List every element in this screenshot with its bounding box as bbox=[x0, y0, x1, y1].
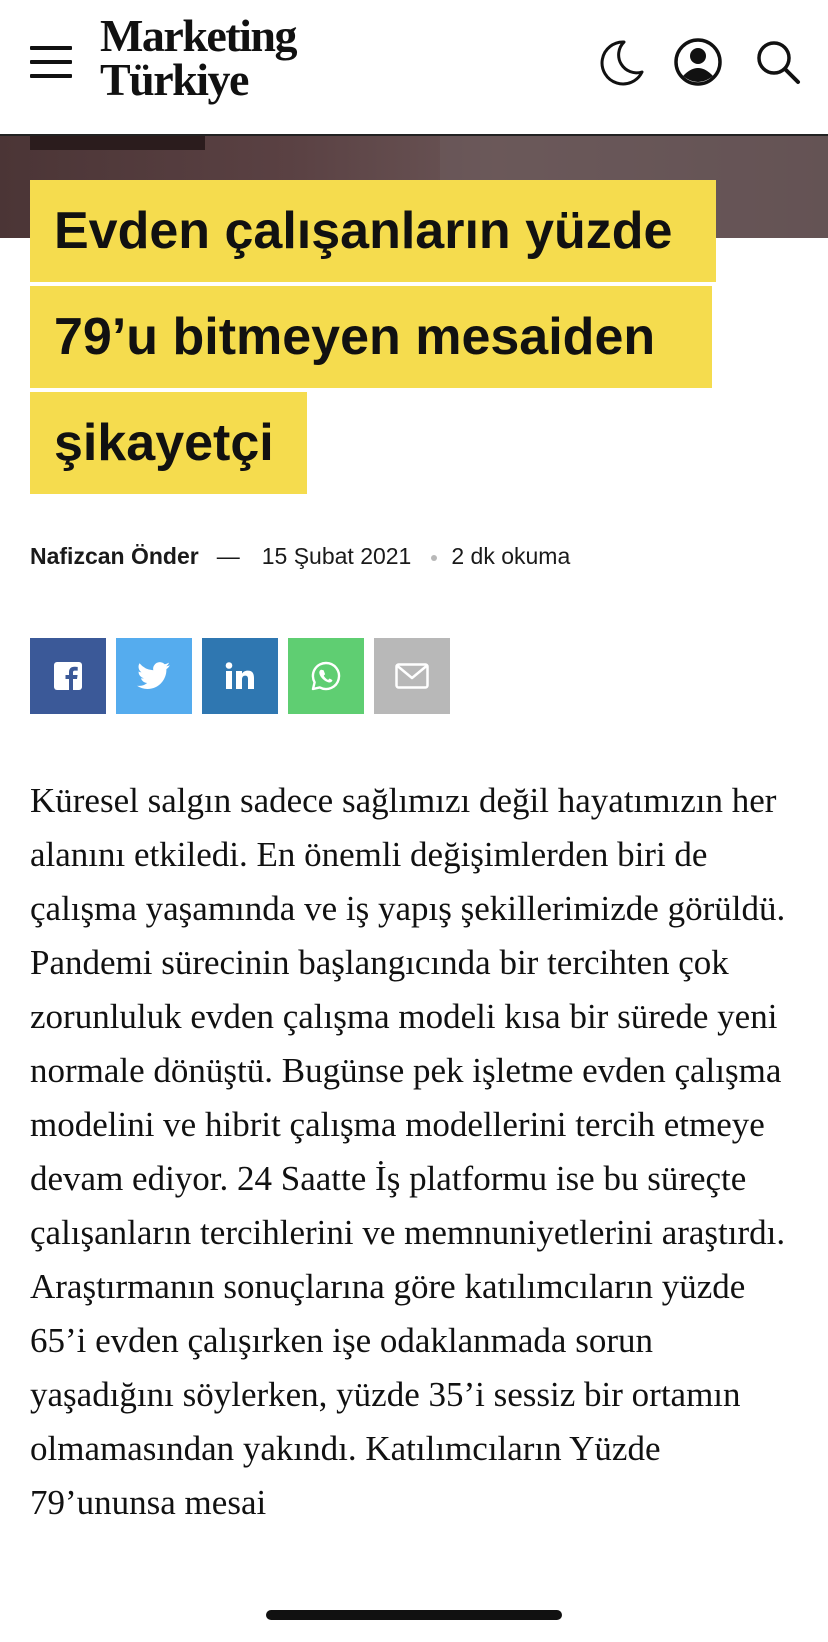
site-logo[interactable]: Marketing Türkiye bbox=[100, 10, 310, 114]
byline-dot bbox=[431, 554, 438, 561]
title-line-1: Evden çalışanların yüzde bbox=[30, 180, 716, 282]
logo-line-1: Marketing bbox=[100, 10, 298, 61]
byline-separator: — bbox=[216, 543, 240, 569]
publish-date: 15 Şubat 2021 bbox=[261, 543, 412, 569]
search-icon[interactable] bbox=[752, 36, 804, 88]
whatsapp-icon bbox=[311, 661, 341, 691]
article-paragraph: Küresel salgın sadece sağlımızı değil ha… bbox=[30, 781, 786, 1522]
email-share-button[interactable] bbox=[374, 638, 450, 714]
facebook-share-button[interactable] bbox=[30, 638, 106, 714]
site-header: Marketing Türkiye bbox=[0, 0, 828, 136]
twitter-share-button[interactable] bbox=[116, 638, 192, 714]
email-icon bbox=[395, 663, 429, 689]
moon-icon[interactable] bbox=[594, 36, 646, 88]
hero-image-shade-dark bbox=[30, 136, 205, 150]
twitter-icon bbox=[137, 662, 170, 689]
logo-line-2: Türkiye bbox=[100, 54, 249, 105]
linkedin-icon bbox=[225, 662, 254, 689]
author-name[interactable]: Nafizcan Önder bbox=[30, 543, 199, 569]
byline: Nafizcan Önder — 15 Şubat 2021 2 dk okuma bbox=[30, 540, 570, 572]
read-time: 2 dk okuma bbox=[451, 543, 571, 569]
user-icon[interactable] bbox=[672, 36, 724, 88]
title-line-3: şikayetçi bbox=[30, 392, 307, 494]
menu-icon[interactable] bbox=[30, 44, 72, 80]
home-indicator[interactable] bbox=[266, 1610, 562, 1620]
facebook-icon bbox=[54, 662, 82, 690]
article-body: Küresel salgın sadece sağlımızı değil ha… bbox=[30, 774, 790, 1530]
whatsapp-share-button[interactable] bbox=[288, 638, 364, 714]
title-line-2: 79’u bitmeyen mesaiden bbox=[30, 286, 712, 388]
linkedin-share-button[interactable] bbox=[202, 638, 278, 714]
